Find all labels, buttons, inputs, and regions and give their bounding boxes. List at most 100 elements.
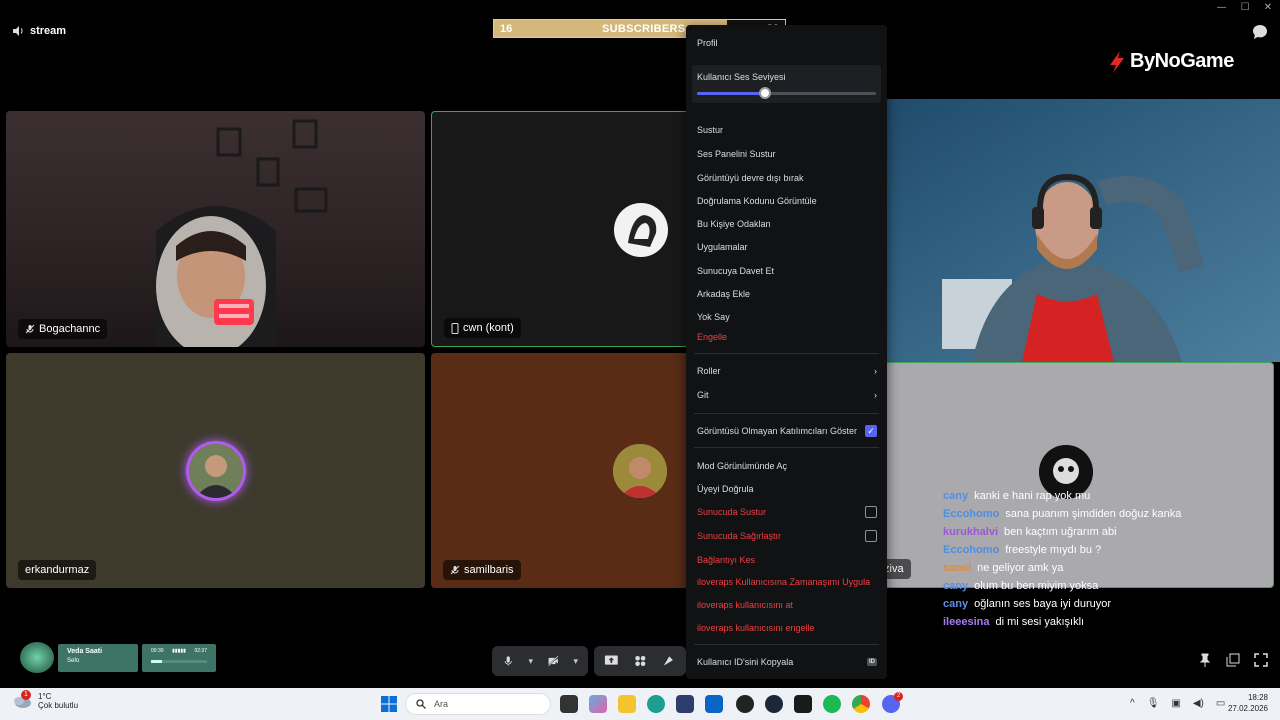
chat-message: samil ne geliyor amk ya xyxy=(943,562,1181,580)
close-button[interactable]: ✕ xyxy=(1264,2,1272,13)
menu-item-ban[interactable]: iloveraps kullanıcısını engelle xyxy=(697,620,877,636)
track-progress-bar xyxy=(151,659,207,663)
chat-icon[interactable] xyxy=(1252,24,1268,40)
chat-username: Eccohomo xyxy=(943,508,1000,520)
menu-item-profile[interactable]: Profil xyxy=(697,35,877,51)
menu-item-copy-id[interactable]: Kullanıcı ID'sini Kopyala ID xyxy=(697,654,877,670)
menu-item-server-mute[interactable]: Sunucuda Sustur xyxy=(697,504,877,520)
menu-item-go[interactable]: Git › xyxy=(697,387,877,403)
store-icon[interactable] xyxy=(676,695,694,713)
menu-item-kick[interactable]: iloveraps kullanıcısını at xyxy=(697,597,877,613)
microphone-tray-icon[interactable]: 🎙 xyxy=(1147,698,1160,709)
video-tile-samilbaris[interactable]: samilbaris xyxy=(431,353,691,588)
volume-slider[interactable] xyxy=(697,87,876,99)
chevron-down-icon[interactable]: ▾ xyxy=(573,656,578,667)
soundboard-icon[interactable] xyxy=(661,653,676,669)
windows-start-icon[interactable] xyxy=(381,696,397,712)
chevron-right-icon: › xyxy=(874,366,877,376)
menu-item-mod-view[interactable]: Mod Görünümünde Aç xyxy=(697,458,877,474)
mic-muted-icon xyxy=(450,565,460,575)
menu-item-block[interactable]: Engelle xyxy=(697,329,877,345)
bynogame-logo: ByNoGame xyxy=(1108,50,1234,73)
screen: — ☐ ✕ stream Bogachannc cwn (kont) erkan… xyxy=(0,0,1280,720)
chat-text: sana puanım şimdiden doğuz kanka xyxy=(1005,508,1182,520)
weather-widget[interactable]: 1 1°C Çok bulutlu xyxy=(12,690,78,710)
menu-item-show-no-video[interactable]: Görüntüsü Olmayan Katılımcıları Göster ✓ xyxy=(697,423,877,439)
spotify-icon[interactable] xyxy=(823,695,841,713)
menu-separator xyxy=(694,413,879,414)
checkbox-checked-icon[interactable]: ✓ xyxy=(865,425,877,437)
chevron-up-icon[interactable]: ^ xyxy=(1130,698,1135,709)
chat-text: kanki e hani rap yok mu xyxy=(974,490,1091,502)
volume-icon[interactable]: ◀) xyxy=(1193,698,1204,709)
menu-item[interactable]: Arkadaş Ekle xyxy=(697,286,877,302)
screen-share-icon[interactable] xyxy=(604,653,619,669)
network-icon[interactable]: ▣ xyxy=(1171,698,1180,709)
edge-icon[interactable] xyxy=(647,695,665,713)
video-tile-erkandurmaz[interactable]: erkandurmaz xyxy=(6,353,425,588)
microphone-icon[interactable] xyxy=(502,653,514,669)
chat-message: cany olum bu ben miyim yoksa xyxy=(943,580,1181,598)
checkbox-unchecked-icon[interactable] xyxy=(865,530,877,542)
steam-icon[interactable] xyxy=(765,695,783,713)
participant-avatar xyxy=(614,203,668,257)
track-artist: Sefo xyxy=(67,657,80,664)
chat-overlay: cany kanki e hani rap yok mu Eccohomo sana … xyxy=(943,490,1181,634)
camera-off-icon[interactable] xyxy=(547,653,559,669)
file-explorer-icon[interactable] xyxy=(618,695,636,713)
volume-thumb[interactable] xyxy=(759,87,772,99)
view-controls xyxy=(1198,653,1268,667)
track-elapsed: 00:30 xyxy=(151,647,164,654)
participant-avatar xyxy=(189,444,243,498)
chat-text: freestyle mıydı bu ? xyxy=(1005,544,1102,556)
chat-username: cany xyxy=(943,580,969,592)
menu-item-disconnect[interactable]: Bağlantıyı Kes xyxy=(697,552,877,568)
webcam-feed-image xyxy=(852,99,1280,362)
menu-item[interactable]: Görüntüyü devre dışı bırak xyxy=(697,170,877,186)
video-feed-image xyxy=(156,119,328,347)
menu-item-timeout[interactable]: iloveraps Kullanıcısına Zamanaşımı Uygul… xyxy=(697,574,877,590)
menu-item[interactable]: Ses Panelini Sustur xyxy=(697,146,877,162)
user-volume-control: Kullanıcı Ses Seviyesi xyxy=(692,65,881,103)
menu-item-server-deafen[interactable]: Sunucuda Sağırlaştır xyxy=(697,528,877,544)
pin-icon[interactable] xyxy=(1198,653,1212,667)
copilot-icon[interactable] xyxy=(589,695,607,713)
speaker-icon xyxy=(13,26,23,36)
clock[interactable]: 18:28 27.02.2026 xyxy=(1228,692,1268,714)
channel-name: stream xyxy=(30,25,67,37)
obs-icon[interactable] xyxy=(736,695,754,713)
menu-item-roles[interactable]: Roller › xyxy=(697,363,877,379)
taskbar-search[interactable]: Ara xyxy=(405,693,551,715)
task-view-icon[interactable] xyxy=(560,695,578,713)
activities-icon[interactable] xyxy=(633,653,648,669)
battery-icon[interactable]: ▭ xyxy=(1216,698,1225,709)
maximize-button[interactable]: ☐ xyxy=(1241,2,1250,13)
menu-item[interactable]: Uygulamalar xyxy=(697,239,877,255)
participant-name: Bogachannc xyxy=(39,323,101,335)
menu-item[interactable]: Sunucuya Davet Et xyxy=(697,263,877,279)
outlook-icon[interactable] xyxy=(705,695,723,713)
temperature: 1°C xyxy=(38,692,52,701)
mic-muted-icon xyxy=(25,324,35,334)
chat-message: cany kanki e hani rap yok mu xyxy=(943,490,1181,508)
audio-video-controls: ▾ ▾ xyxy=(492,646,588,676)
popout-icon[interactable] xyxy=(1226,653,1240,667)
menu-item-verify[interactable]: Üyeyi Doğrula xyxy=(697,481,877,497)
menu-item[interactable]: Yok Say xyxy=(697,309,877,325)
video-tile-cwn[interactable]: cwn (kont) xyxy=(431,111,691,347)
chevron-down-icon[interactable]: ▾ xyxy=(528,656,533,667)
user-context-menu: Profil Kullanıcı Ses Seviyesi Sustur Ses … xyxy=(686,25,887,679)
menu-item[interactable]: Bu Kişiye Odaklan xyxy=(697,216,877,232)
menu-item[interactable]: Doğrulama Kodunu Görüntüle xyxy=(697,193,877,209)
video-tile-bogachannc[interactable]: Bogachannc xyxy=(6,111,425,347)
streamlabs-icon[interactable] xyxy=(794,695,812,713)
chevron-right-icon: › xyxy=(874,390,877,400)
checkbox-unchecked-icon[interactable] xyxy=(865,506,877,518)
chrome-icon[interactable] xyxy=(852,695,870,713)
volume-label: Kullanıcı Ses Seviyesi xyxy=(697,72,786,82)
minimize-button[interactable]: — xyxy=(1217,2,1227,13)
participant-name-tag: Bogachannc xyxy=(18,319,108,339)
menu-item[interactable]: Sustur xyxy=(697,122,877,138)
fullscreen-icon[interactable] xyxy=(1254,653,1268,667)
system-tray: ^ 🎙 ▣ ◀) ▭ xyxy=(1130,698,1225,709)
